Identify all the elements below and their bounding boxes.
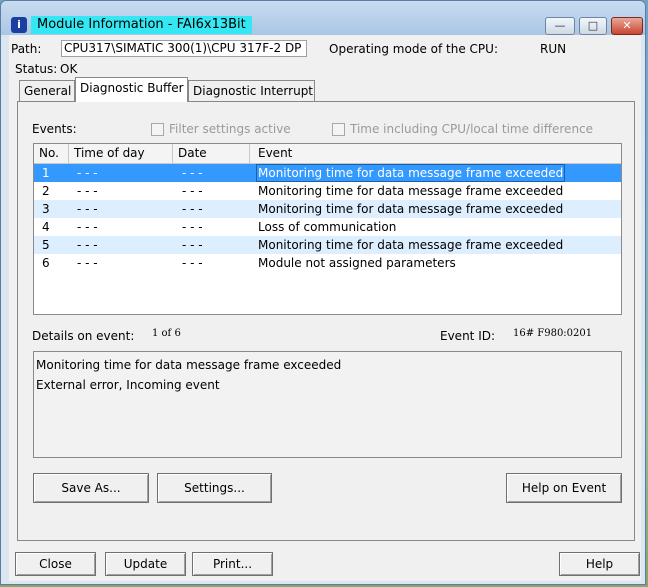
time-difference-checkbox[interactable]: [332, 123, 345, 136]
event-no: 3: [42, 202, 50, 216]
event-row[interactable]: 1 - - - - - - Monitoring time for data m…: [34, 164, 621, 182]
settings-button[interactable]: Settings...: [157, 473, 272, 503]
event-details-box[interactable]: Monitoring time for data message frame e…: [33, 351, 622, 458]
event-no: 5: [42, 238, 50, 252]
event-time: - - -: [77, 166, 98, 180]
dialog-client: Path: CPU317\SIMATIC 300(1)\CPU 317F-2 D…: [9, 35, 641, 581]
close-button[interactable]: Close: [15, 552, 96, 576]
event-row[interactable]: 5 - - - - - - Monitoring time for data m…: [34, 236, 621, 254]
minimize-button[interactable]: —: [545, 17, 575, 35]
help-on-event-button[interactable]: Help on Event: [506, 473, 622, 503]
column-header-no[interactable]: No.: [34, 144, 69, 163]
event-date: - - -: [182, 220, 203, 234]
event-no: 2: [42, 184, 50, 198]
tab-general[interactable]: General: [19, 80, 75, 102]
event-date: - - -: [182, 238, 203, 252]
event-time: - - -: [77, 256, 98, 270]
event-counter: 1 of 6: [152, 328, 181, 339]
operating-mode-label: Operating mode of the CPU:: [329, 42, 498, 56]
title-bar[interactable]: i Module Information - FAI6x13Bit — □ ✕: [1, 1, 645, 35]
close-window-button[interactable]: ✕: [611, 17, 643, 35]
event-date: - - -: [182, 202, 203, 216]
event-no: 6: [42, 256, 50, 270]
tab-diagnostic-buffer[interactable]: Diagnostic Buffer: [75, 77, 188, 102]
events-list-header: No. Time of day Date Event: [34, 144, 621, 164]
event-date: - - -: [182, 256, 203, 270]
event-time: - - -: [77, 184, 98, 198]
info-icon: i: [11, 17, 27, 33]
event-time: - - -: [77, 220, 98, 234]
event-text: Monitoring time for data message frame e…: [258, 202, 564, 216]
event-time: - - -: [77, 202, 98, 216]
operating-mode-value: RUN: [540, 42, 567, 56]
event-id-label: Event ID:: [440, 329, 496, 343]
event-no: 1: [42, 166, 50, 180]
event-date: - - -: [182, 184, 203, 198]
window-title: Module Information - FAI6x13Bit: [31, 16, 252, 34]
event-no: 4: [42, 220, 50, 234]
details-label: Details on event:: [32, 329, 135, 343]
status-label: Status:: [15, 62, 58, 76]
status-value: OK: [60, 62, 78, 76]
save-as-button[interactable]: Save As...: [33, 473, 149, 503]
column-header-time[interactable]: Time of day: [69, 144, 173, 163]
details-line: External error, Incoming event: [36, 378, 220, 392]
column-header-event[interactable]: Event: [250, 144, 621, 163]
time-difference-label: Time including CPU/local time difference: [350, 122, 594, 136]
event-text: Module not assigned parameters: [258, 256, 456, 270]
event-row[interactable]: 6 - - - - - - Module not assigned parame…: [34, 254, 621, 272]
event-row[interactable]: 2 - - - - - - Monitoring time for data m…: [34, 182, 621, 200]
path-field[interactable]: CPU317\SIMATIC 300(1)\CPU 317F-2 DP: [61, 40, 307, 57]
print-button[interactable]: Print...: [192, 552, 273, 576]
event-text: Monitoring time for data message frame e…: [258, 184, 564, 198]
event-id-value: 16# F980:0201: [513, 328, 593, 339]
column-header-date[interactable]: Date: [173, 144, 250, 163]
event-time: - - -: [77, 238, 98, 252]
events-label: Events:: [32, 122, 77, 136]
event-date: - - -: [182, 166, 203, 180]
event-row[interactable]: 4 - - - - - - Loss of communication: [34, 218, 621, 236]
help-button[interactable]: Help: [559, 552, 640, 576]
event-text: Loss of communication: [258, 220, 397, 234]
tab-diagnostic-interrupt[interactable]: Diagnostic Interrupt: [188, 80, 315, 102]
update-button[interactable]: Update: [105, 552, 186, 576]
event-text: Monitoring time for data message frame e…: [258, 166, 564, 180]
details-line: Monitoring time for data message frame e…: [36, 358, 342, 372]
event-text: Monitoring time for data message frame e…: [258, 238, 564, 252]
maximize-button[interactable]: □: [579, 17, 607, 35]
path-label: Path:: [11, 42, 42, 56]
event-row[interactable]: 3 - - - - - - Monitoring time for data m…: [34, 200, 621, 218]
module-information-window: i Module Information - FAI6x13Bit — □ ✕ …: [0, 0, 646, 585]
events-list[interactable]: No. Time of day Date Event 1 - - - - - -…: [33, 143, 622, 315]
filter-settings-label: Filter settings active: [169, 122, 291, 136]
filter-settings-checkbox[interactable]: [151, 123, 164, 136]
